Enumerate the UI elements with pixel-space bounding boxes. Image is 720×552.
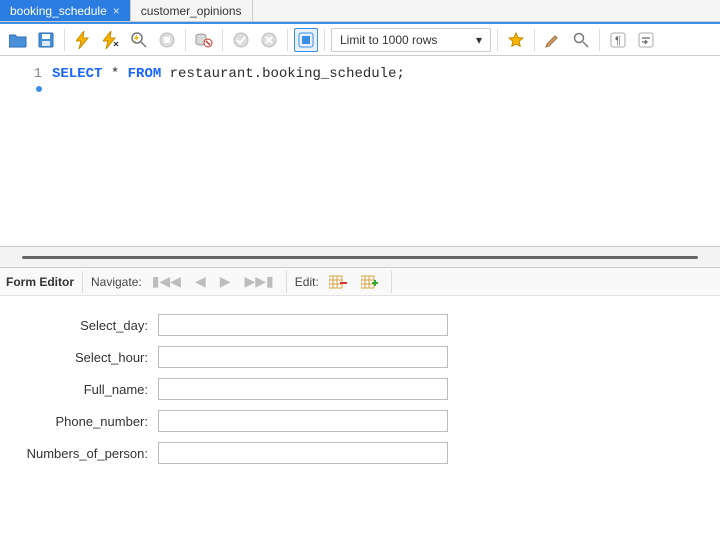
tab-booking-schedule[interactable]: booking_schedule × [0,0,131,21]
row-limit-label: Limit to 1000 rows [340,33,437,47]
prev-icon: ◀ [195,273,206,289]
separator [324,29,325,51]
separator [534,29,535,51]
numbers-of-person-input[interactable] [158,442,448,464]
lightning-cursor-icon [103,31,119,49]
separator [286,271,287,293]
separator [497,29,498,51]
nav-prev-button[interactable]: ◀ [191,273,210,290]
lightning-icon [76,31,90,49]
separator [391,271,392,293]
last-icon: ▶▶▮ [245,273,274,289]
field-label: Numbers_of_person: [8,446,158,461]
execute-button[interactable] [71,28,95,52]
form-row-full-name: Full_name: [8,378,712,400]
pilcrow-icon: ¶ [610,32,626,48]
next-icon: ▶ [220,273,231,289]
toggle-autocommit-button[interactable] [192,28,216,52]
stop-button[interactable] [155,28,179,52]
separator [64,29,65,51]
check-icon [233,32,249,48]
separator [185,29,186,51]
tab-label: customer_opinions [141,4,242,18]
open-file-button[interactable] [6,28,30,52]
token-star: * [102,66,127,82]
select-hour-input[interactable] [158,346,448,368]
close-icon[interactable]: × [113,4,120,18]
favorite-button[interactable] [504,28,528,52]
splitter-handle-icon [22,256,699,259]
form-row-select-day: Select_day: [8,314,712,336]
field-label: Select_hour: [8,350,158,365]
first-icon: ▮◀◀ [152,273,181,289]
field-label: Phone_number: [8,414,158,429]
magnify-lightning-icon [130,31,148,49]
line-number: 1 [34,66,42,82]
sql-editor[interactable]: 1 SELECT * FROM restaurant.booking_sched… [0,56,720,246]
find-button[interactable] [569,28,593,52]
full-name-input[interactable] [158,378,448,400]
phone-number-input[interactable] [158,410,448,432]
form-panel-toolbar: Form Editor Navigate: ▮◀◀ ◀ ▶ ▶▶▮ Edit: [0,268,720,296]
row-limit-dropdown[interactable]: Limit to 1000 rows ▾ [331,28,491,52]
field-label: Select_day: [8,318,158,333]
wrap-button[interactable] [634,28,658,52]
select-day-input[interactable] [158,314,448,336]
form-row-select-hour: Select_hour: [8,346,712,368]
db-toggle-icon [195,32,213,48]
commit-button[interactable] [229,28,253,52]
edit-label: Edit: [295,275,319,289]
editor-tabs: booking_schedule × customer_opinions [0,0,720,22]
sql-toolbar: Limit to 1000 rows ▾ ¶ [0,22,720,56]
separator [287,29,288,51]
token-ref: restaurant.booking_schedule; [161,66,405,82]
chevron-down-icon: ▾ [476,33,482,47]
form-row-numbers-of-person: Numbers_of_person: [8,442,712,464]
toggle-limit-button[interactable] [294,28,318,52]
stop-icon [159,32,175,48]
form-row-phone-number: Phone_number: [8,410,712,432]
search-icon [573,32,589,48]
panel-title: Form Editor [6,275,74,289]
svg-text:¶: ¶ [615,35,621,47]
navigate-label: Navigate: [91,275,142,289]
toggle-invisible-button[interactable]: ¶ [606,28,630,52]
tab-customer-opinions[interactable]: customer_opinions [131,0,253,21]
cancel-icon [261,32,277,48]
grid-delete-icon [329,274,347,290]
keyword-from: FROM [128,66,162,82]
limit-icon [298,32,314,48]
tab-label: booking_schedule [10,4,107,18]
folder-icon [9,32,27,48]
explain-button[interactable] [127,28,151,52]
separator [82,271,83,293]
nav-next-button[interactable]: ▶ [216,273,235,290]
star-icon [508,32,524,48]
rollback-button[interactable] [257,28,281,52]
brush-icon [545,32,561,48]
grid-add-icon [361,274,379,290]
horizontal-splitter[interactable] [0,246,720,268]
keyword-select: SELECT [52,66,102,82]
separator [222,29,223,51]
save-button[interactable] [34,28,58,52]
line-gutter: 1 [12,66,52,236]
field-label: Full_name: [8,382,158,397]
code-content[interactable]: SELECT * FROM restaurant.booking_schedul… [52,66,708,236]
delete-row-button[interactable] [325,274,351,290]
wrap-icon [638,32,654,48]
form-editor-body: Select_day: Select_hour: Full_name: Phon… [0,296,720,492]
execute-current-button[interactable] [99,28,123,52]
statement-marker-icon [36,86,42,92]
beautify-button[interactable] [541,28,565,52]
save-icon [38,32,54,48]
separator [599,29,600,51]
add-row-button[interactable] [357,274,383,290]
nav-first-button[interactable]: ▮◀◀ [148,273,185,290]
nav-last-button[interactable]: ▶▶▮ [241,273,278,290]
